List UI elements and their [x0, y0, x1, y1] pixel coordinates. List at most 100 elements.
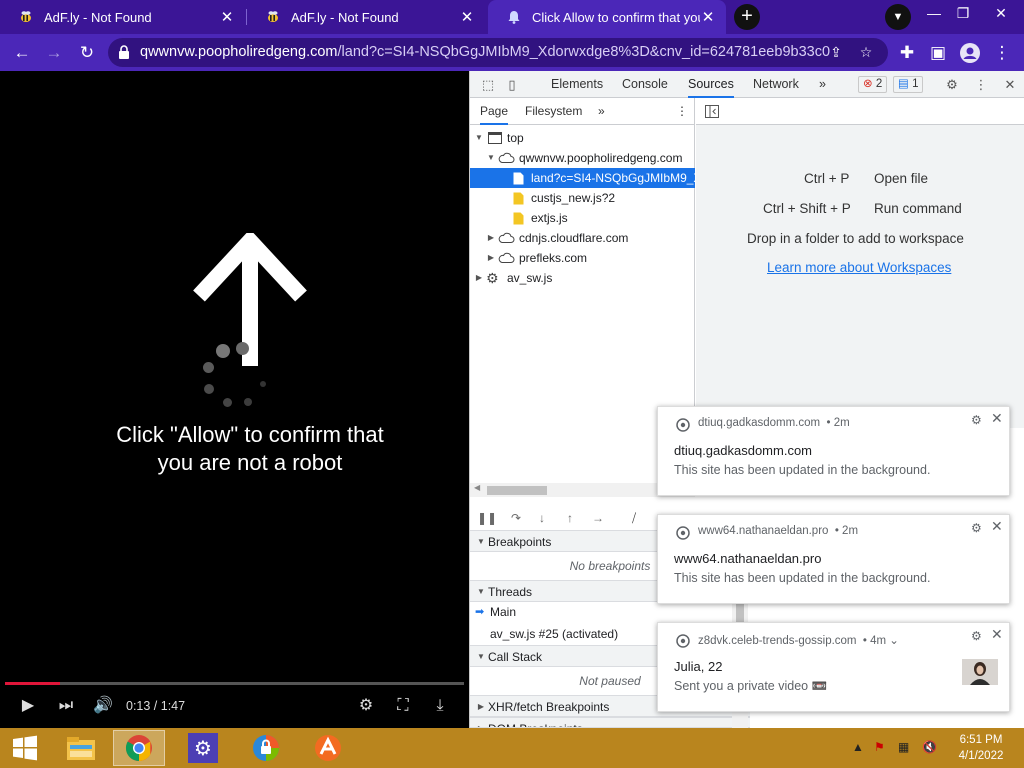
play-icon[interactable]: ▶	[14, 693, 42, 719]
video-progress-bar[interactable]	[5, 682, 464, 685]
profile-avatar-icon[interactable]	[956, 39, 984, 67]
expand-arrow-icon	[476, 646, 486, 668]
deactivate-breakpoints-icon[interactable]: ⧸	[624, 509, 644, 527]
restore-icon[interactable]: ❐	[946, 0, 980, 28]
extensions-puzzle-icon[interactable]: ✚	[893, 39, 921, 67]
windows-logo-icon	[13, 735, 37, 761]
reload-icon[interactable]: ↻	[73, 39, 101, 67]
new-tab-button[interactable]: +	[734, 4, 760, 30]
tab-network[interactable]: Network	[753, 71, 799, 98]
step-into-icon[interactable]: ↓	[532, 509, 552, 527]
message-count-badge[interactable]: ▤ 1	[893, 76, 924, 93]
tab-console[interactable]: Console	[622, 71, 668, 98]
tab-elements[interactable]: Elements	[551, 71, 603, 98]
settings-gear-icon[interactable]: ⚙	[352, 693, 380, 719]
bookmark-star-icon[interactable]: ☆	[854, 41, 878, 65]
notification-close-icon[interactable]: ✕	[991, 518, 1003, 535]
tree-item-top[interactable]: top	[470, 128, 695, 148]
step-icon[interactable]: →	[588, 509, 608, 527]
error-count-badge[interactable]: ⊗ 2	[858, 76, 888, 93]
system-clock[interactable]: 6:51 PM 4/1/2022	[950, 732, 1012, 764]
notification-toast[interactable]: z8dvk.celeb-trends-gossip.com • 4m ⌄ ⚙ ✕…	[657, 622, 1010, 712]
close-tab-icon[interactable]: ✕	[219, 8, 235, 26]
chrome-taskbar-button[interactable]	[113, 730, 165, 766]
collapse-arrow-icon	[476, 718, 486, 727]
fullscreen-icon[interactable]: ⛶	[389, 693, 417, 719]
gear-icon: ⚙	[188, 733, 218, 763]
video-player[interactable]: Click "Allow" to confirm that you are no…	[0, 71, 469, 728]
tree-item-custjs[interactable]: custjs_new.js?2	[470, 188, 695, 208]
folder-icon	[67, 737, 95, 760]
notification-settings-gear-icon[interactable]: ⚙	[971, 413, 982, 427]
inspect-element-icon[interactable]: ⬚	[478, 75, 498, 94]
lock-shield-icon	[253, 735, 279, 761]
device-toolbar-icon[interactable]: ▯	[502, 75, 522, 94]
expand-arrow-icon	[486, 148, 496, 168]
tree-item-land-file[interactable]: land?c=SI4-NSQbGgJMIbM9_X	[470, 168, 695, 188]
start-button[interactable]	[0, 730, 50, 766]
file-explorer-taskbar-button[interactable]	[55, 730, 107, 766]
tab-search-chevron-icon[interactable]: ▼	[885, 4, 911, 30]
tree-item-cdnjs[interactable]: cdnjs.cloudflare.com	[470, 228, 695, 248]
notification-body: This site has been updated in the backgr…	[674, 571, 931, 585]
thread-main[interactable]: ➡ Main	[470, 601, 750, 623]
step-out-icon[interactable]: ↑	[560, 509, 580, 527]
forward-arrow-icon[interactable]: →	[40, 39, 68, 67]
notification-close-icon[interactable]: ✕	[991, 410, 1003, 427]
pause-icon[interactable]: ❚❚	[477, 509, 497, 527]
close-tab-icon[interactable]: ✕	[459, 8, 475, 26]
side-panel-icon[interactable]: ▣	[924, 39, 952, 67]
browser-tab-active[interactable]: Click Allow to confirm that you a ✕	[488, 0, 726, 34]
avast-taskbar-button[interactable]	[302, 730, 354, 766]
notification-settings-gear-icon[interactable]: ⚙	[971, 629, 982, 643]
tree-item-origin[interactable]: qwwnvw.poopholiredgeng.com	[470, 148, 695, 168]
devtools-close-icon[interactable]: ✕	[1000, 75, 1020, 94]
windows-taskbar: ⚙ ▲ ⚑ ▦ 🔇 6:51 PM 4/1/2022	[0, 728, 1024, 768]
scrollbar-thumb[interactable]	[487, 486, 547, 495]
tree-item-extjs[interactable]: extjs.js	[470, 208, 695, 228]
browser-tab-adfly-1[interactable]: AdF.ly - Not Found ✕	[0, 0, 245, 34]
learn-more-workspaces-link[interactable]: Learn more about Workspaces	[767, 260, 951, 275]
bee-icon	[268, 11, 278, 22]
browser-tab-adfly-2[interactable]: AdF.ly - Not Found ✕	[247, 0, 485, 34]
nav-tab-filesystem[interactable]: Filesystem	[525, 98, 582, 125]
window-close-icon[interactable]: ✕	[984, 0, 1018, 28]
nav-tab-page[interactable]: Page	[480, 98, 509, 125]
step-over-icon[interactable]: ↷	[506, 509, 526, 527]
volume-muted-icon[interactable]: 🔇	[922, 740, 937, 754]
tree-item-av-sw[interactable]: ⚙ av_sw.js	[470, 268, 695, 288]
back-arrow-icon[interactable]: ←	[8, 39, 36, 67]
share-icon[interactable]: ⇪	[824, 41, 848, 65]
navigator-menu-icon[interactable]: ⋮	[676, 98, 688, 125]
notification-settings-gear-icon[interactable]: ⚙	[971, 521, 982, 535]
tree-item-prefleks[interactable]: prefleks.com	[470, 248, 695, 268]
more-nav-tabs-icon[interactable]: »	[598, 98, 605, 125]
download-icon[interactable]: ⤓	[426, 693, 454, 719]
more-tabs-icon[interactable]: »	[819, 71, 826, 98]
notification-toast[interactable]: www64.nathanaeldan.pro • 2m ⚙ ✕ www64.na…	[657, 514, 1010, 604]
devtools-menu-icon[interactable]: ⋮	[971, 75, 991, 94]
tab-sources[interactable]: Sources	[688, 71, 734, 98]
toggle-navigator-icon[interactable]	[705, 105, 719, 118]
devtools-settings-gear-icon[interactable]: ⚙	[942, 75, 962, 94]
error-count: 2	[875, 78, 883, 90]
chrome-menu-icon[interactable]: ⋮	[988, 39, 1016, 67]
dom-breakpoints-section-header[interactable]: DOM Breakpoints	[470, 717, 750, 728]
bee-icon	[21, 11, 31, 22]
notification-close-icon[interactable]: ✕	[991, 626, 1003, 643]
show-hidden-icons-chevron[interactable]: ▲	[852, 740, 864, 754]
notification-toast[interactable]: dtiuq.gadkasdomm.com • 2m ⚙ ✕ dtiuq.gadk…	[657, 406, 1010, 496]
next-icon[interactable]: ⏭	[52, 693, 80, 719]
cloud-icon	[498, 252, 515, 263]
security-app-taskbar-button[interactable]	[240, 730, 292, 766]
volume-icon[interactable]: 🔊	[89, 693, 117, 719]
address-bar[interactable]: qwwnvw.poopholiredgeng.com/land?c=SI4-NS…	[108, 38, 888, 67]
settings-taskbar-button[interactable]: ⚙	[177, 730, 229, 766]
network-icon[interactable]: ▦	[898, 740, 909, 754]
scroll-left-icon[interactable]: ◀	[474, 483, 480, 492]
url-text[interactable]: qwwnvw.poopholiredgeng.com/land?c=SI4-NS…	[140, 38, 830, 67]
close-tab-icon[interactable]: ✕	[700, 8, 716, 26]
notification-time: • 2m	[834, 525, 859, 537]
action-center-flag-icon[interactable]: ⚑	[874, 740, 885, 754]
cloud-icon	[498, 232, 515, 243]
